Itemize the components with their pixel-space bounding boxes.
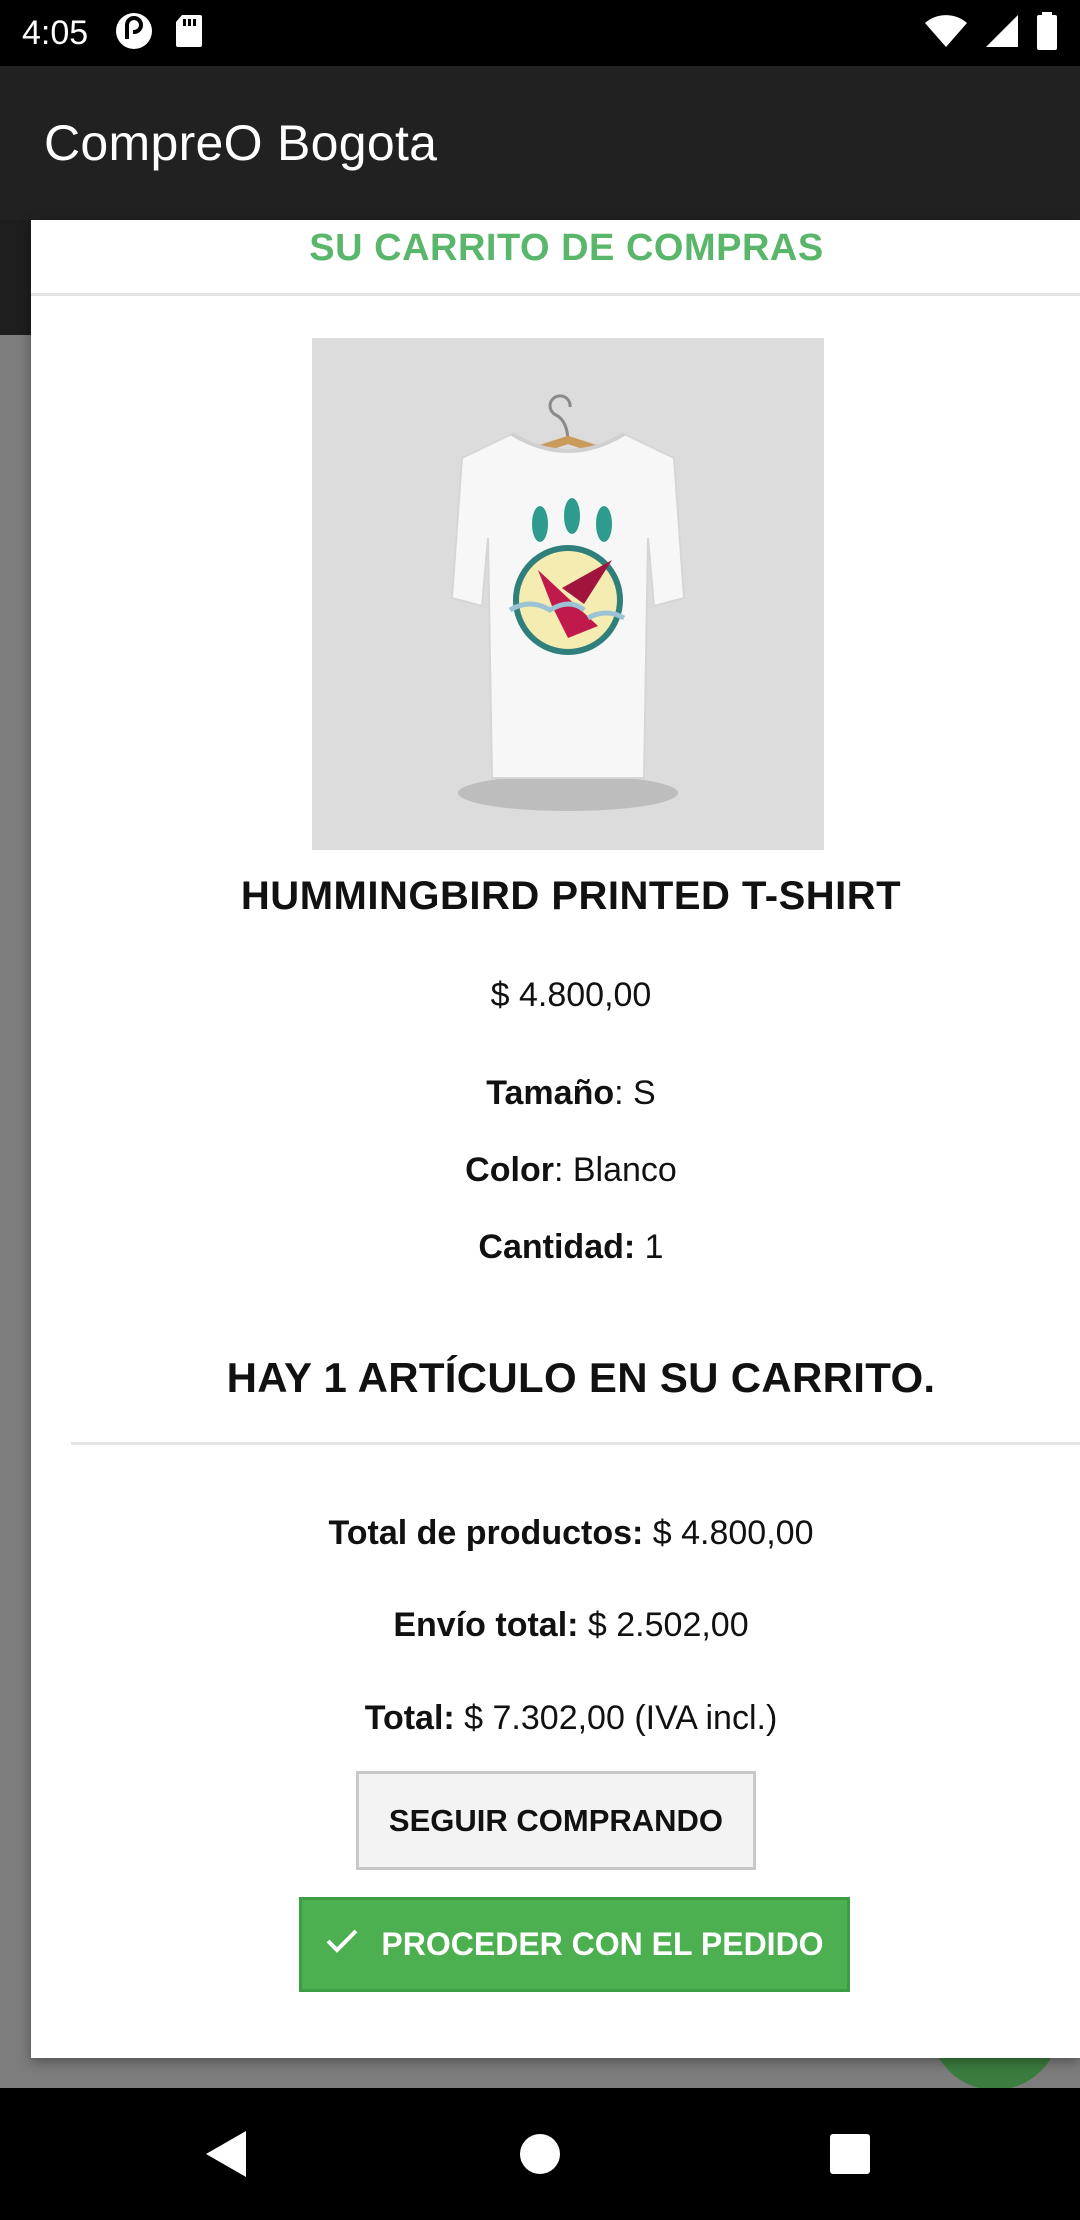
color-label: Color — [465, 1151, 554, 1189]
shipping-total-value: $ 2.502,00 — [578, 1606, 749, 1644]
shipping-total: Envío total: $ 2.502,00 — [71, 1606, 1071, 1645]
grand-total: Total: $ 7.302,00 (IVA incl.) — [71, 1699, 1071, 1738]
proceed-label: PROCEDER CON EL PEDIDO — [381, 1926, 824, 1962]
tshirt-product-image — [312, 338, 824, 850]
products-total-label: Total de productos: — [328, 1514, 644, 1552]
shipping-total-label: Envío total: — [393, 1606, 579, 1644]
app-title: CompreO Bogota — [44, 115, 438, 171]
divider — [71, 1442, 1080, 1445]
sd-card-icon — [174, 13, 204, 54]
product-name: HUMMINGBIRD PRINTED T-SHIRT — [240, 874, 902, 918]
grand-total-value: $ 7.302,00 (IVA incl.) — [454, 1699, 778, 1737]
size-value: : S — [614, 1074, 656, 1112]
continue-shopping-label: SEGUIR COMPRANDO — [388, 1802, 724, 1838]
home-icon[interactable] — [480, 2088, 600, 2220]
modal-title: SU CARRITO DE COMPRAS — [309, 227, 824, 269]
product-color: Color: Blanco — [71, 1151, 1071, 1190]
status-icons-right — [924, 11, 1058, 55]
app-bar: CompreO Bogota — [0, 66, 1080, 220]
recents-icon[interactable] — [790, 2088, 910, 2220]
cart-count-heading: HAY 1 ARTÍCULO EN SU CARRITO. — [226, 1354, 936, 1401]
battery-icon — [1036, 11, 1058, 55]
navigation-bar — [0, 2088, 1080, 2220]
status-icons-left — [114, 11, 204, 56]
quantity-label: Cantidad: — [478, 1228, 636, 1266]
products-total: Total de productos: $ 4.800,00 — [71, 1514, 1071, 1553]
cell-signal-icon — [984, 13, 1020, 54]
pocket-casts-icon — [114, 11, 154, 56]
color-value: : Blanco — [553, 1151, 677, 1189]
wifi-icon — [924, 13, 968, 54]
quantity-value: 1 — [635, 1228, 664, 1266]
product-size: Tamaño: S — [71, 1074, 1071, 1113]
modal-header: SU CARRITO DE COMPRAS — [31, 220, 1080, 296]
product-quantity: Cantidad: 1 — [71, 1228, 1071, 1267]
product-price: $ 4.800,00 — [490, 976, 652, 1014]
continue-shopping-button[interactable]: SEGUIR COMPRANDO — [356, 1771, 756, 1870]
grand-total-label: Total: — [364, 1699, 455, 1737]
products-total-value: $ 4.800,00 — [643, 1514, 814, 1552]
back-icon[interactable] — [166, 2088, 286, 2220]
check-icon — [325, 1926, 359, 1963]
size-label: Tamaño — [486, 1074, 615, 1112]
status-time: 4:05 — [22, 13, 89, 52]
screen: 4:05 CompreO Bogota SU CARRITO DE COMPRA… — [0, 0, 1080, 2220]
status-bar: 4:05 — [0, 0, 1080, 66]
cart-modal: SU CARRITO DE COMPRAS HUMMINGBIRD PRINTE… — [31, 220, 1080, 2058]
proceed-to-checkout-button[interactable]: PROCEDER CON EL PEDIDO — [299, 1897, 850, 1992]
